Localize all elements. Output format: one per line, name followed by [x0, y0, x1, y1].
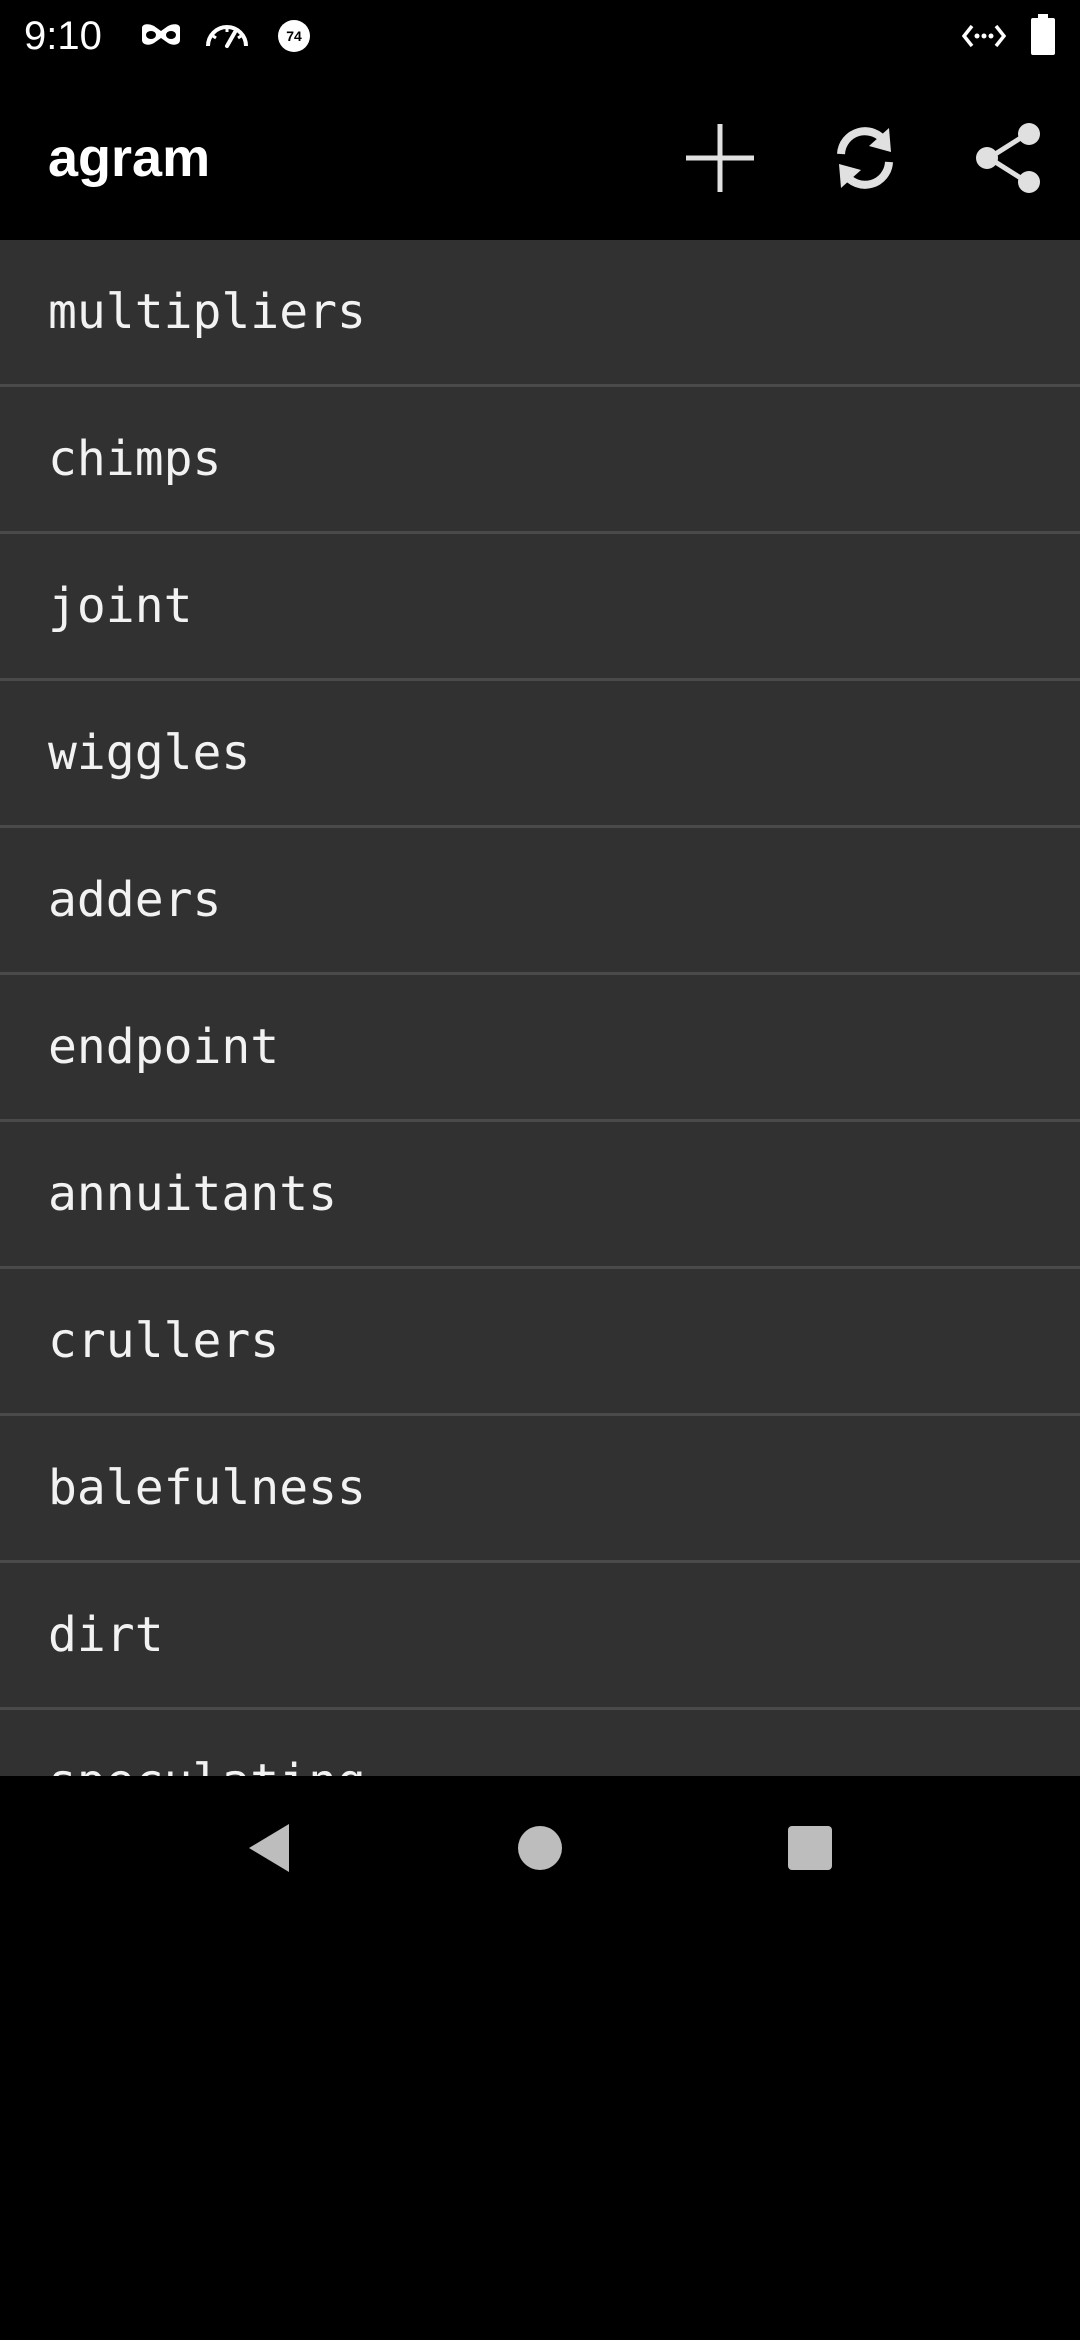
list-item[interactable]: wiggles — [0, 681, 1080, 828]
notification-badge-icon: 74 — [278, 20, 310, 52]
back-button[interactable] — [220, 1800, 316, 1896]
add-icon — [686, 124, 754, 192]
badge-text: 74 — [286, 28, 302, 44]
list-item[interactable]: multipliers — [0, 240, 1080, 387]
share-button[interactable] — [961, 110, 1057, 206]
recents-button[interactable] — [762, 1800, 858, 1896]
status-bar: 9:10 74 — [0, 0, 1080, 72]
list-item[interactable]: adders — [0, 828, 1080, 975]
refresh-icon — [837, 127, 893, 189]
list-item[interactable]: chimps — [0, 387, 1080, 534]
app-title: agram — [48, 128, 211, 188]
list-item[interactable]: crullers — [0, 1269, 1080, 1416]
add-button[interactable] — [672, 110, 768, 206]
empty-area — [0, 1920, 1080, 2340]
home-icon — [518, 1826, 562, 1870]
list-item[interactable]: endpoint — [0, 975, 1080, 1122]
back-icon — [249, 1824, 289, 1872]
speedometer-icon — [206, 25, 248, 48]
refresh-button[interactable] — [817, 110, 913, 206]
list-item[interactable]: annuitants — [0, 1122, 1080, 1269]
system-nav-bar — [0, 1776, 1080, 1920]
status-time: 9:10 — [24, 14, 102, 58]
word-list[interactable]: multipliers chimps joint wiggles adders … — [0, 240, 1080, 1776]
list-item[interactable]: speculating — [0, 1710, 1080, 1776]
share-icon — [976, 123, 1040, 193]
list-item[interactable]: balefulness — [0, 1416, 1080, 1563]
incognito-icon — [142, 24, 180, 45]
list-item[interactable]: dirt — [0, 1563, 1080, 1710]
app-toolbar: agram — [0, 72, 1080, 240]
recents-icon — [788, 1826, 832, 1870]
code-icon — [962, 24, 1006, 48]
list-item[interactable]: joint — [0, 534, 1080, 681]
home-button[interactable] — [492, 1800, 588, 1896]
battery-icon — [1031, 14, 1055, 55]
